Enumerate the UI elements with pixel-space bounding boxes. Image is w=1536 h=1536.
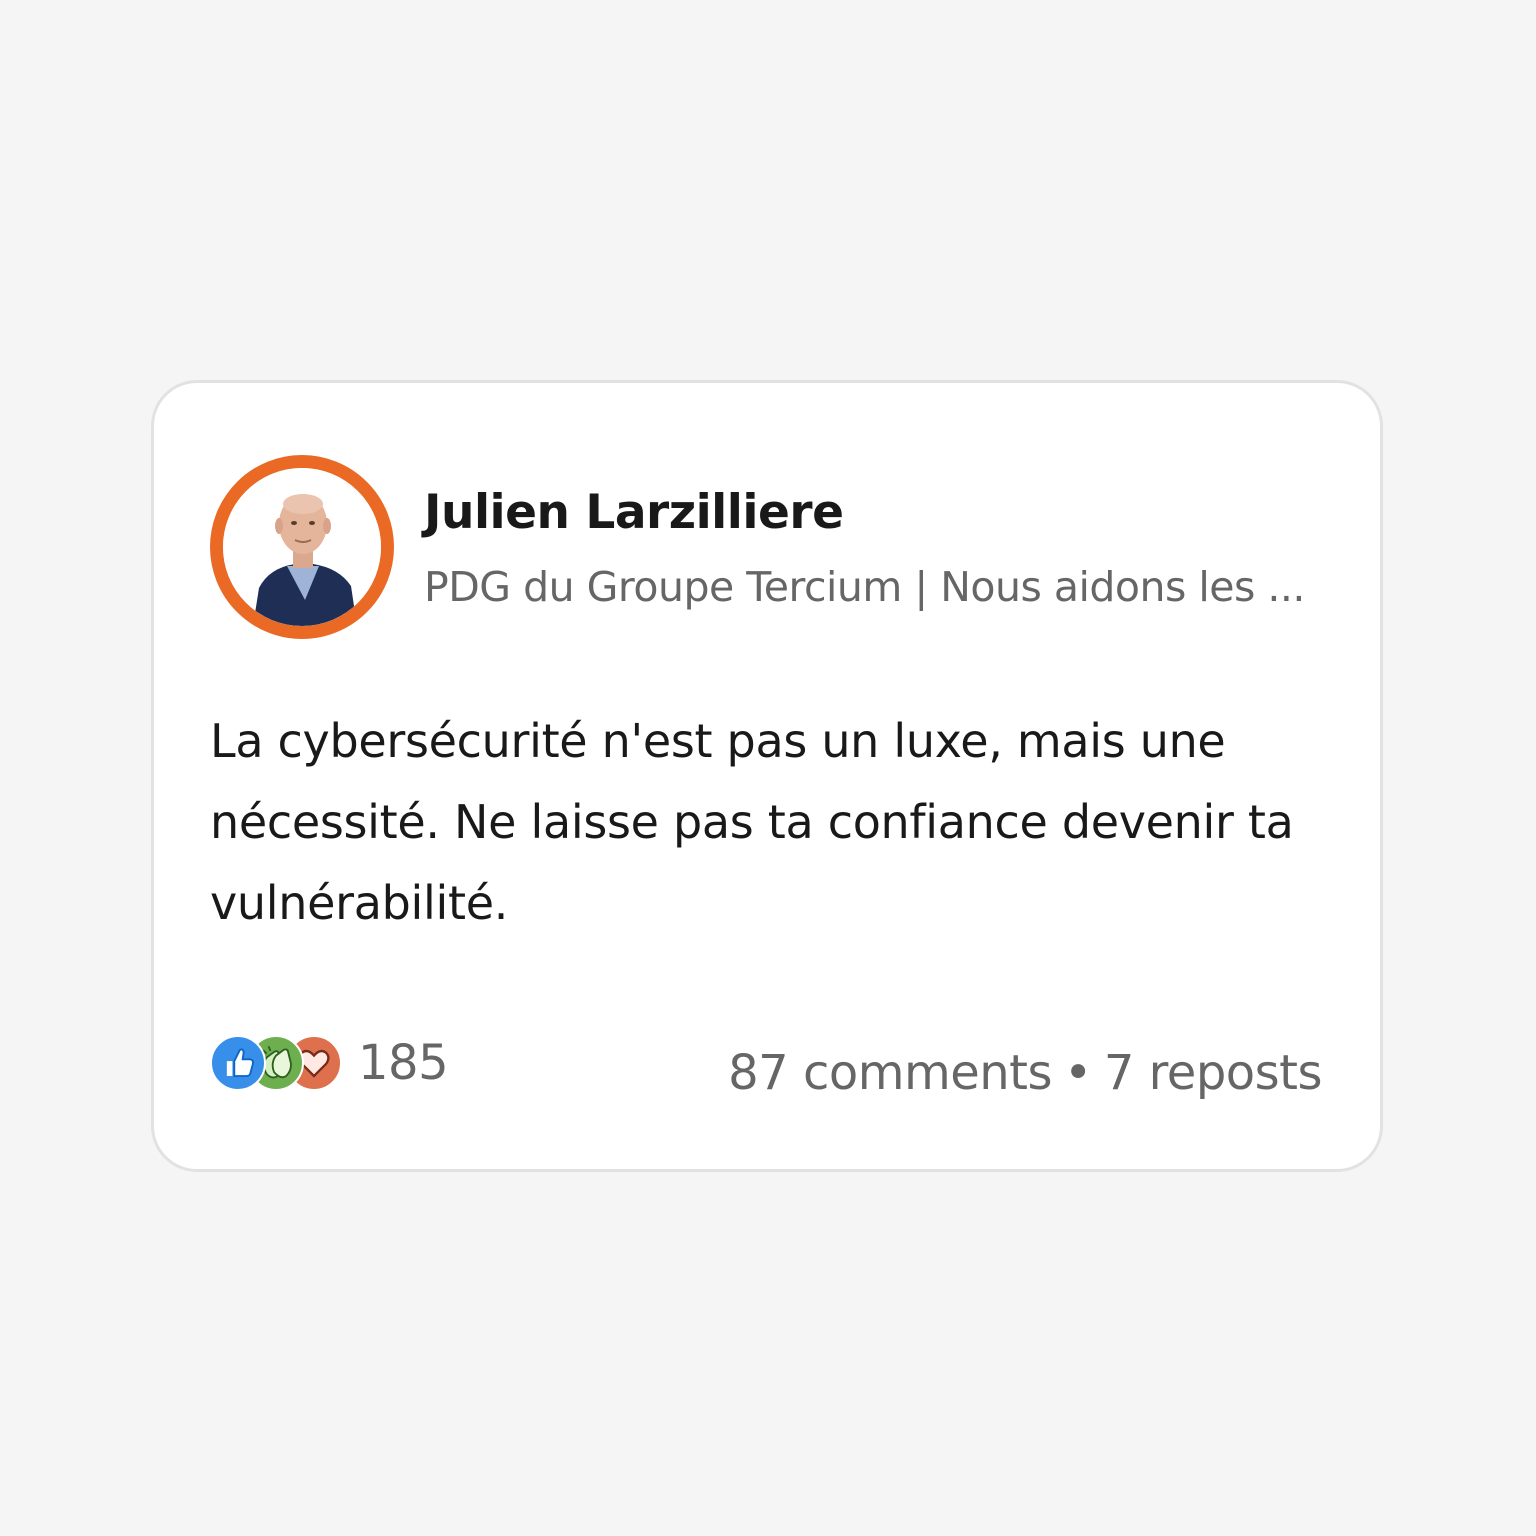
- reposts-count-link[interactable]: 7 reposts: [1104, 1045, 1323, 1101]
- post-card: Julien Larzilliere PDG du Groupe Tercium…: [151, 380, 1383, 1172]
- engagement-summary: 87 comments • 7 reposts: [728, 1045, 1322, 1101]
- like-icon: [210, 1035, 266, 1091]
- person-photo-icon: [223, 468, 381, 626]
- separator-dot: •: [1064, 1045, 1092, 1101]
- post-text: La cybersécurité n'est pas un luxe, mais…: [210, 714, 1294, 930]
- author-name[interactable]: Julien Larzilliere: [424, 485, 844, 540]
- reaction-icons: [210, 1033, 346, 1093]
- author-avatar[interactable]: [210, 455, 394, 639]
- reactions-summary[interactable]: 185: [210, 1031, 449, 1095]
- reaction-count: 185: [358, 1035, 449, 1091]
- comments-count-link[interactable]: 87 comments: [728, 1045, 1052, 1101]
- author-headline: PDG du Groupe Tercium | Nous aidons les …: [424, 563, 1305, 611]
